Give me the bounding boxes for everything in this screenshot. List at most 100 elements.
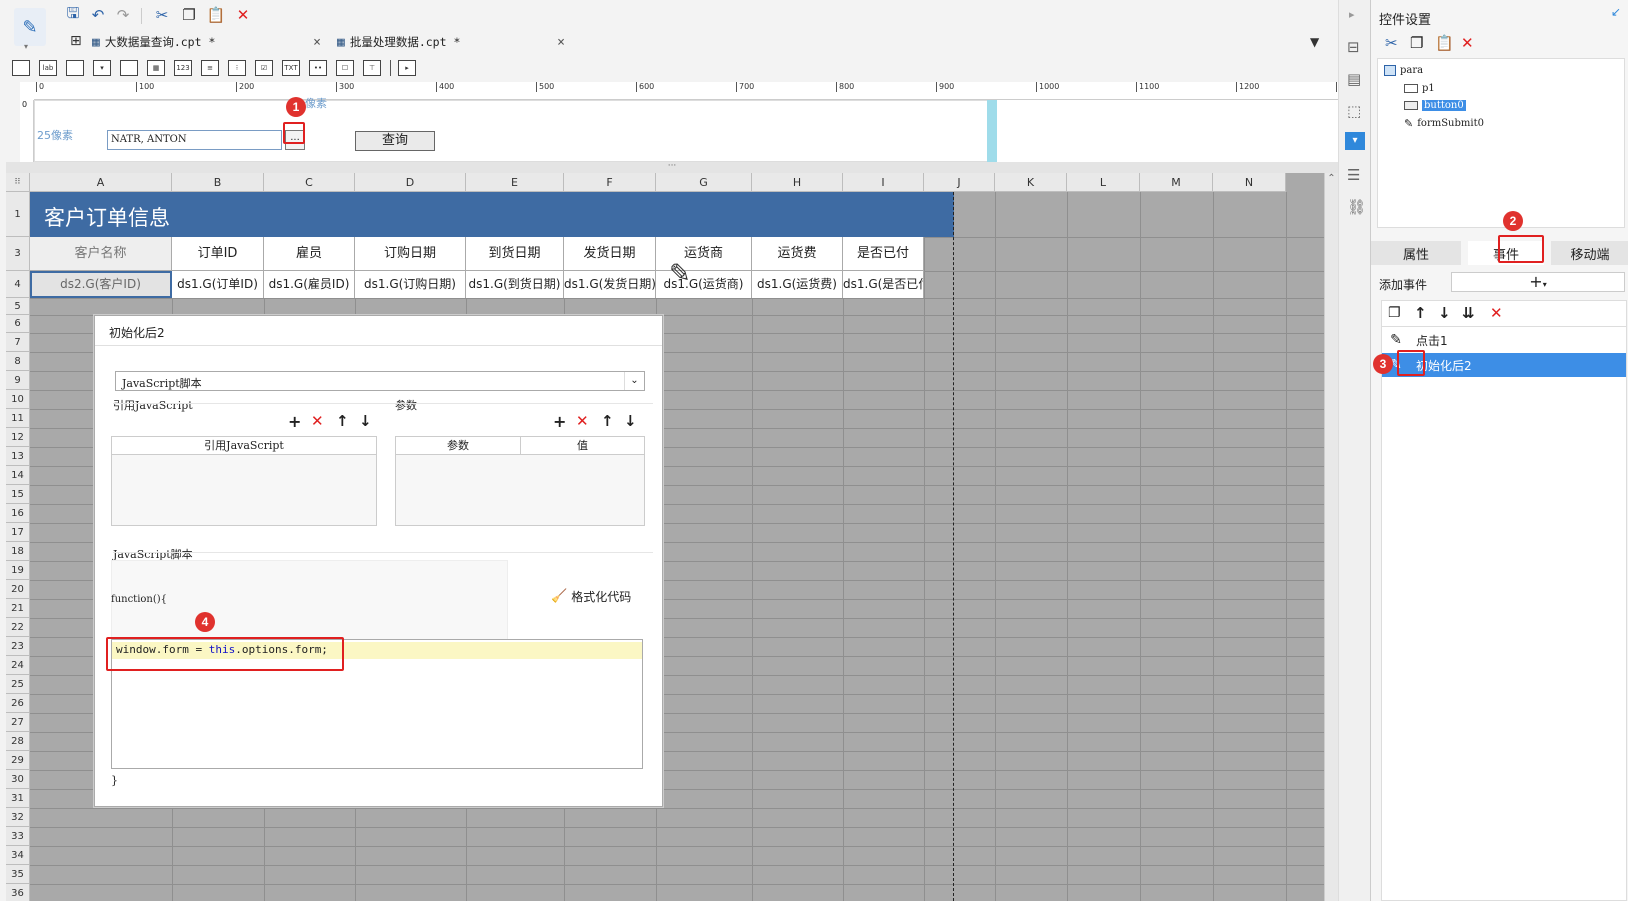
row-header[interactable]: 27 (6, 713, 30, 732)
tree-node-button0[interactable]: button0 (1404, 100, 1466, 111)
checkbox-widget-icon[interactable]: ☐ (336, 60, 354, 76)
column-header[interactable]: H (752, 173, 843, 192)
row-header[interactable]: 28 (6, 732, 30, 751)
data-cell[interactable]: ds1.G(发货日期) (564, 271, 656, 298)
copy-icon[interactable]: ❐ (179, 5, 199, 25)
label-widget-icon[interactable] (12, 60, 30, 76)
move-down-icon[interactable]: ↓ (624, 412, 637, 430)
delete-icon[interactable]: ✕ (1461, 34, 1474, 52)
delete-icon[interactable]: ✕ (1490, 304, 1503, 322)
close-icon[interactable]: × (557, 35, 565, 50)
row-header[interactable]: 12 (6, 428, 30, 447)
column-header[interactable]: K (995, 173, 1067, 192)
cell-attr-icon[interactable]: ▤ (1347, 70, 1361, 88)
combo-widget-icon[interactable]: ▾ (93, 60, 111, 76)
condition-icon[interactable]: ☰ (1347, 166, 1360, 184)
lab-widget-icon[interactable]: lab (39, 60, 57, 76)
column-header[interactable]: I (843, 173, 924, 192)
data-cell[interactable]: ds1.G(到货日期) (466, 271, 564, 298)
password-widget-icon[interactable]: •• (309, 60, 327, 76)
row-header[interactable]: 14 (6, 466, 30, 485)
row-header[interactable]: 20 (6, 580, 30, 599)
move-down-icon[interactable]: ↓ (359, 412, 372, 430)
row-header[interactable]: 5 (6, 298, 30, 315)
header-cell[interactable]: 是否已付 (843, 237, 924, 271)
row-header[interactable]: 4 (6, 271, 30, 298)
row-header[interactable]: 26 (6, 694, 30, 713)
chevron-down-icon[interactable]: ⌄ (624, 372, 644, 390)
data-cell[interactable]: ds1.G(订购日期) (355, 271, 466, 298)
add-icon[interactable]: + (288, 412, 301, 431)
copy-icon[interactable]: ❐ (1388, 305, 1401, 321)
copy-icon[interactable]: ❐ (1410, 34, 1423, 52)
row-header[interactable]: 16 (6, 504, 30, 523)
row-header[interactable]: 9 (6, 371, 30, 390)
pin-icon[interactable]: ↙ (1611, 5, 1621, 19)
row-header[interactable]: 22 (6, 618, 30, 637)
redo-icon[interactable]: ↷ (113, 5, 133, 25)
date-widget-icon[interactable] (120, 60, 138, 76)
radio-group-icon[interactable]: ⁝ (228, 60, 246, 76)
frame-icon[interactable]: ⬚ (1347, 102, 1361, 120)
header-cell[interactable]: 客户名称 (30, 237, 172, 271)
column-header[interactable]: D (355, 173, 466, 192)
ref-js-table[interactable]: 引用JavaScript (111, 436, 377, 526)
move-bottom-icon[interactable]: ⇊ (1462, 304, 1475, 322)
row-header[interactable]: 10 (6, 390, 30, 409)
more-widgets-icon[interactable]: ▸ (398, 60, 416, 76)
widget-settings-icon[interactable]: ▾ (1345, 132, 1365, 150)
row-header[interactable]: 7 (6, 333, 30, 352)
row-header[interactable]: 34 (6, 846, 30, 865)
tab-batch-process[interactable]: ▦ 批量处理数据.cpt * × (337, 30, 571, 54)
column-header[interactable]: A (30, 173, 172, 192)
header-cell[interactable]: 运货费 (752, 237, 843, 271)
title-cell[interactable]: 客户订单信息 (30, 192, 954, 237)
header-cell[interactable]: 雇员 (264, 237, 355, 271)
data-cell[interactable]: ds1.G(订单ID) (172, 271, 264, 298)
tab-mobile[interactable]: 移动端 (1551, 241, 1628, 265)
row-header[interactable]: 21 (6, 599, 30, 618)
event-editor-dialog[interactable]: 初始化后2 JavaScript脚本 ⌄ 引用JavaScript 参数 + ✕… (94, 315, 663, 807)
tree-node-p1[interactable]: p1 (1404, 83, 1435, 94)
collapse-icon[interactable]: ▸ (1349, 8, 1355, 21)
layout-icon[interactable]: ⊟ (1347, 38, 1360, 56)
row-header[interactable]: 32 (6, 808, 30, 827)
grid-corner[interactable]: ⁝⁝ (6, 173, 30, 192)
column-header[interactable]: B (172, 173, 264, 192)
row-header[interactable]: 19 (6, 561, 30, 580)
tab-menu-icon[interactable]: ▼ (1310, 35, 1319, 49)
tree-node-para[interactable]: para (1384, 65, 1423, 76)
splitter-handle[interactable]: ··· (6, 162, 1338, 173)
row-header[interactable]: 11 (6, 409, 30, 428)
parameter-panel[interactable]: 25像素 像素 NATR, ANTON ... 查询 (34, 97, 989, 162)
link-icon[interactable]: ⛓ (1347, 198, 1366, 216)
move-up-icon[interactable]: ↑ (1414, 304, 1427, 322)
row-header[interactable]: 35 (6, 865, 30, 884)
tree-widget-icon[interactable]: ⊤ (363, 60, 381, 76)
row-header[interactable]: 15 (6, 485, 30, 504)
row-header[interactable]: 23 (6, 637, 30, 656)
tab-big-data-query[interactable]: ▦ 大数据量查询.cpt * × (92, 30, 327, 54)
data-cell[interactable]: ds1.G(雇员ID) (264, 271, 355, 298)
tree-node-formsubmit0[interactable]: ✎ formSubmit0 (1404, 117, 1484, 130)
header-cell[interactable]: 订购日期 (355, 237, 466, 271)
row-header[interactable]: 3 (6, 237, 30, 271)
move-up-icon[interactable]: ↑ (601, 412, 614, 430)
paste-icon[interactable]: 📋 (206, 5, 226, 25)
undo-icon[interactable]: ↶ (88, 5, 108, 25)
header-cell[interactable]: 到货日期 (466, 237, 564, 271)
customer-name-input[interactable]: NATR, ANTON (107, 130, 282, 150)
app-logo[interactable]: ✎ (14, 8, 46, 46)
textarea-widget-icon[interactable]: TXT (282, 60, 300, 76)
column-header[interactable]: J (924, 173, 995, 192)
row-header[interactable]: 29 (6, 751, 30, 770)
list-widget-icon[interactable]: ≡ (201, 60, 219, 76)
event-list[interactable]: ❐ ↑ ↓ ⇊ ✕ ✎ 点击1 ✎ 初始化后2 (1381, 300, 1627, 901)
move-up-icon[interactable]: ↑ (336, 412, 349, 430)
row-header[interactable]: 18 (6, 542, 30, 561)
widget-tree[interactable]: para p1 button0 ✎ formSubmit0 (1377, 58, 1625, 228)
column-header[interactable]: E (466, 173, 564, 192)
row-header[interactable]: 31 (6, 789, 30, 808)
query-button[interactable]: 查询 (355, 131, 435, 151)
row-header[interactable]: 17 (6, 523, 30, 542)
